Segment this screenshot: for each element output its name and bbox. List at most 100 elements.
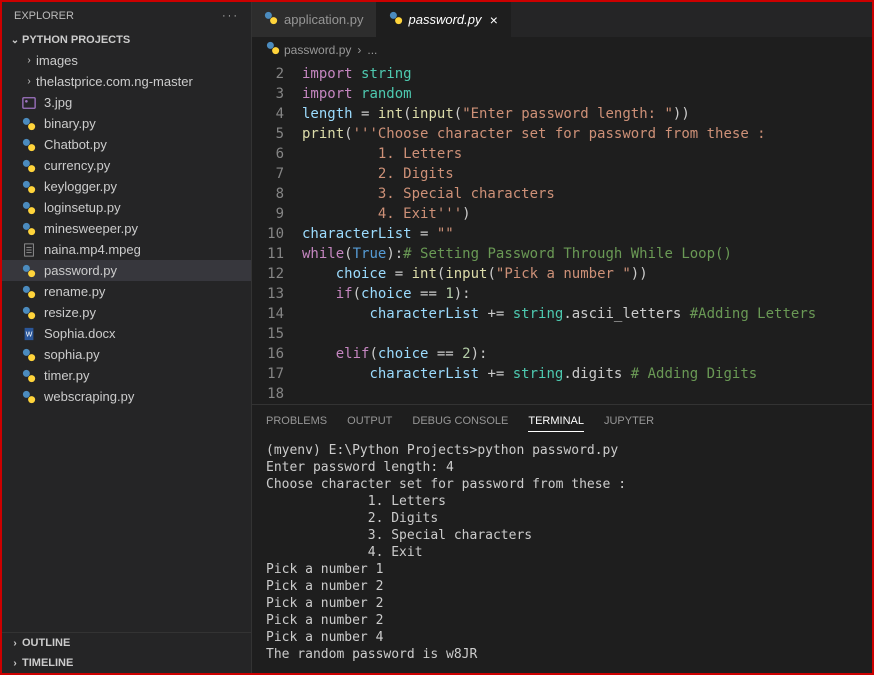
- code-line[interactable]: 14 characterList += string.ascii_letters…: [252, 304, 872, 324]
- file-item-chatbot-py[interactable]: Chatbot.py: [2, 134, 251, 155]
- panel-tab-terminal[interactable]: TERMINAL: [528, 411, 584, 432]
- code-line[interactable]: 12 choice = int(input("Pick a number ")): [252, 264, 872, 284]
- file-item-minesweeper-py[interactable]: minesweeper.py: [2, 218, 251, 239]
- breadcrumb-sep: ›: [357, 43, 361, 57]
- line-number: 14: [252, 304, 302, 324]
- line-number: 17: [252, 364, 302, 384]
- outline-label: OUTLINE: [22, 637, 70, 649]
- line-number: 11: [252, 244, 302, 264]
- file-item-3-jpg[interactable]: 3.jpg: [2, 92, 251, 113]
- file-tree: ›images›thelastprice.com.ng-master3.jpgb…: [2, 50, 251, 632]
- chevron-right-icon: ›: [8, 658, 22, 669]
- line-number: 6: [252, 144, 302, 164]
- close-icon[interactable]: ×: [489, 12, 497, 28]
- file-item-keylogger-py[interactable]: keylogger.py: [2, 176, 251, 197]
- code-line[interactable]: 8 3. Special characters: [252, 184, 872, 204]
- code-content: import string: [302, 64, 412, 84]
- code-content: while(True):# Setting Password Through W…: [302, 244, 732, 264]
- project-section[interactable]: ⌄ PYTHON PROJECTS: [2, 30, 251, 50]
- file-item-naina-mp4-mpeg[interactable]: naina.mp4.mpeg: [2, 239, 251, 260]
- code-content: characterList = "": [302, 224, 454, 244]
- code-content: import random: [302, 84, 412, 104]
- file-item-resize-py[interactable]: resize.py: [2, 302, 251, 323]
- file-item-timer-py[interactable]: timer.py: [2, 365, 251, 386]
- code-line[interactable]: 7 2. Digits: [252, 164, 872, 184]
- code-content: elif(choice == 2):: [302, 344, 487, 364]
- code-line[interactable]: 13 if(choice == 1):: [252, 284, 872, 304]
- line-number: 9: [252, 204, 302, 224]
- file-item-loginsetup-py[interactable]: loginsetup.py: [2, 197, 251, 218]
- tab-application-py[interactable]: application.py: [252, 2, 377, 37]
- editor-tabs: application.pypassword.py×: [252, 2, 872, 37]
- line-number: 16: [252, 344, 302, 364]
- explorer-title: EXPLORER: [14, 10, 74, 22]
- code-content: characterList += string.digits # Adding …: [302, 364, 757, 384]
- line-number: 13: [252, 284, 302, 304]
- terminal-output[interactable]: (myenv) E:\Python Projects>python passwo…: [252, 432, 872, 673]
- main-area: application.pypassword.py× password.py ›…: [252, 2, 872, 673]
- panel-tab-jupyter[interactable]: JUPYTER: [604, 411, 654, 432]
- file-item-sophia-py[interactable]: sophia.py: [2, 344, 251, 365]
- code-line[interactable]: 4length = int(input("Enter password leng…: [252, 104, 872, 124]
- breadcrumb-file: password.py: [284, 43, 351, 57]
- code-content: length = int(input("Enter password lengt…: [302, 104, 690, 124]
- bottom-panel: PROBLEMS OUTPUT DEBUG CONSOLE TERMINAL JUPYT…: [252, 404, 872, 673]
- code-content: print('''Choose character set for passwo…: [302, 124, 766, 144]
- project-name: PYTHON PROJECTS: [22, 34, 130, 46]
- python-icon: [264, 11, 278, 28]
- python-icon: [389, 11, 403, 28]
- timeline-section[interactable]: › TIMELINE: [2, 653, 251, 673]
- code-line[interactable]: 18: [252, 384, 872, 404]
- code-line[interactable]: 3import random: [252, 84, 872, 104]
- svg-text:W: W: [26, 331, 33, 338]
- chevron-down-icon: ⌄: [8, 35, 22, 46]
- code-line[interactable]: 15: [252, 324, 872, 344]
- python-icon: [266, 41, 280, 58]
- line-number: 2: [252, 64, 302, 84]
- code-content: choice = int(input("Pick a number ")): [302, 264, 648, 284]
- breadcrumb-more: ...: [367, 43, 377, 57]
- breadcrumb[interactable]: password.py › ...: [252, 37, 872, 62]
- file-item-thelastprice-com-ng-master[interactable]: ›thelastprice.com.ng-master: [2, 71, 251, 92]
- file-item-sophia-docx[interactable]: WSophia.docx: [2, 323, 251, 344]
- code-content: 3. Special characters: [302, 184, 555, 204]
- line-number: 4: [252, 104, 302, 124]
- file-item-currency-py[interactable]: currency.py: [2, 155, 251, 176]
- code-content: 1. Letters: [302, 144, 462, 164]
- tab-password-py[interactable]: password.py×: [377, 2, 511, 37]
- code-line[interactable]: 17 characterList += string.digits # Addi…: [252, 364, 872, 384]
- code-line[interactable]: 6 1. Letters: [252, 144, 872, 164]
- code-content: 4. Exit'''): [302, 204, 471, 224]
- code-line[interactable]: 16 elif(choice == 2):: [252, 344, 872, 364]
- line-number: 12: [252, 264, 302, 284]
- code-line[interactable]: 2import string: [252, 64, 872, 84]
- code-line[interactable]: 10characterList = "": [252, 224, 872, 244]
- panel-tab-output[interactable]: OUTPUT: [347, 411, 392, 432]
- panel-tab-problems[interactable]: PROBLEMS: [266, 411, 327, 432]
- chevron-right-icon: ›: [8, 638, 22, 649]
- line-number: 7: [252, 164, 302, 184]
- file-item-rename-py[interactable]: rename.py: [2, 281, 251, 302]
- code-content: if(choice == 1):: [302, 284, 471, 304]
- code-editor[interactable]: 2import string3import random4length = in…: [252, 62, 872, 404]
- code-content: characterList += string.ascii_letters #A…: [302, 304, 816, 324]
- code-line[interactable]: 9 4. Exit'''): [252, 204, 872, 224]
- line-number: 5: [252, 124, 302, 144]
- code-line[interactable]: 11while(True):# Setting Password Through…: [252, 244, 872, 264]
- file-item-webscraping-py[interactable]: webscraping.py: [2, 386, 251, 407]
- line-number: 3: [252, 84, 302, 104]
- code-content: 2. Digits: [302, 164, 454, 184]
- panel-tabs: PROBLEMS OUTPUT DEBUG CONSOLE TERMINAL JUPYT…: [252, 405, 872, 432]
- timeline-label: TIMELINE: [22, 657, 73, 669]
- line-number: 15: [252, 324, 302, 344]
- line-number: 8: [252, 184, 302, 204]
- code-line[interactable]: 5print('''Choose character set for passw…: [252, 124, 872, 144]
- outline-section[interactable]: › OUTLINE: [2, 633, 251, 653]
- explorer-more-icon[interactable]: ···: [222, 10, 239, 22]
- panel-tab-debug-console[interactable]: DEBUG CONSOLE: [412, 411, 508, 432]
- file-item-password-py[interactable]: password.py: [2, 260, 251, 281]
- sidebar: EXPLORER ··· ⌄ PYTHON PROJECTS ›images›t…: [2, 2, 252, 673]
- file-item-binary-py[interactable]: binary.py: [2, 113, 251, 134]
- file-item-images[interactable]: ›images: [2, 50, 251, 71]
- line-number: 18: [252, 384, 302, 404]
